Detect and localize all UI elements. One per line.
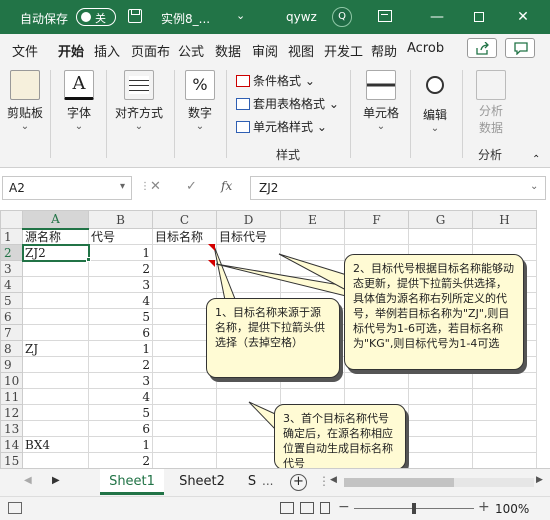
sheet-tab-truncated[interactable]: S xyxy=(240,469,264,495)
validation-marker xyxy=(208,244,215,251)
sheet-tab-sheet1[interactable]: Sheet1 xyxy=(100,469,164,495)
fill-handle[interactable] xyxy=(86,257,91,262)
callout-1-text: 1、目标名称来源于源名称，提供下拉箭头供选择（去掉空格） xyxy=(215,306,325,349)
add-sheet-button[interactable]: + xyxy=(290,474,307,491)
tab-splitter[interactable]: ⋮ xyxy=(318,474,330,488)
callout-3-text: 3、首个目标名称代号确定后，在源名称相应位置自动生成目标名称代号 xyxy=(283,412,393,470)
zoom-out-button[interactable]: − xyxy=(338,499,350,515)
next-sheet-icon[interactable]: ▶ xyxy=(52,475,60,486)
scroll-left-icon[interactable]: ◀ xyxy=(330,475,337,485)
normal-view-icon[interactable] xyxy=(280,502,294,514)
zoom-slider-thumb[interactable] xyxy=(412,503,416,514)
callout-1-pointer xyxy=(213,245,238,306)
previous-sheet-icon[interactable]: ◀ xyxy=(24,475,32,486)
callout-2-text: 2、目标代号根据目标名称能够动态更新，提供下拉箭头供选择，具体值为源名称右列所定… xyxy=(353,262,514,350)
scrollbar-thumb[interactable] xyxy=(344,478,454,487)
callout-3: 3、首个目标名称代号确定后，在源名称相应位置自动生成目标名称代号 xyxy=(274,404,406,470)
sheet-tab-sheet2[interactable]: Sheet2 xyxy=(170,469,234,495)
sheet-tab-bar: ◀ ▶ Sheet1 Sheet2 S ... + ⋮ ◀ ▶ xyxy=(0,468,550,496)
page-layout-view-icon[interactable] xyxy=(300,502,314,514)
page-break-view-icon[interactable] xyxy=(320,502,330,514)
validation-marker xyxy=(208,260,215,267)
callout-2: 2、目标代号根据目标名称能够动态更新，提供下拉箭头供选择，具体值为源名称右列所定… xyxy=(344,254,524,370)
zoom-level[interactable]: 100% xyxy=(495,502,529,516)
scroll-right-icon[interactable]: ▶ xyxy=(536,475,543,485)
status-bar: − + 100% xyxy=(0,496,550,520)
horizontal-scrollbar[interactable] xyxy=(344,478,534,487)
macro-recording-icon[interactable] xyxy=(8,502,22,514)
more-sheets[interactable]: ... xyxy=(262,474,273,488)
zoom-in-button[interactable]: + xyxy=(478,499,490,515)
callout-1: 1、目标名称来源于源名称，提供下拉箭头供选择（去掉空格） xyxy=(206,298,340,378)
